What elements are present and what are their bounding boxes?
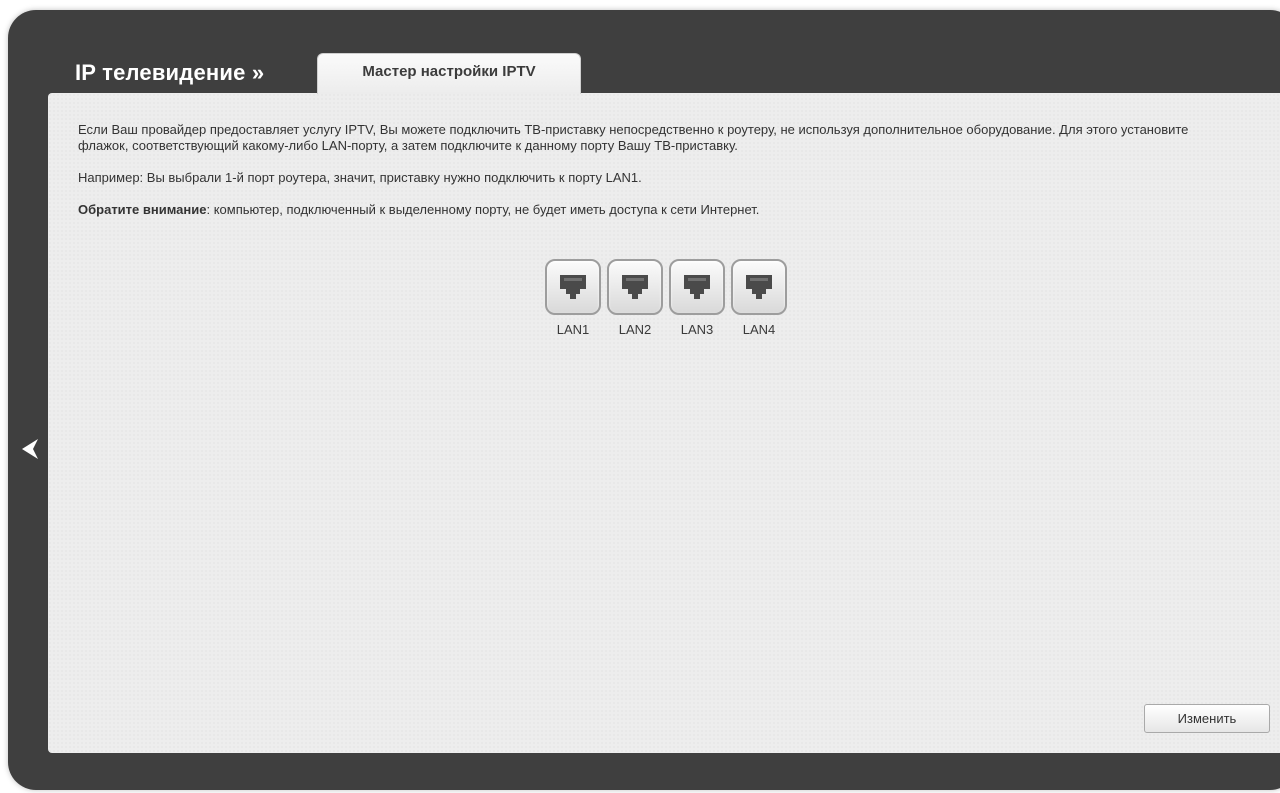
intro-paragraph: Если Ваш провайдер предоставляет услугу … — [78, 122, 1189, 153]
port-lan2[interactable]: LAN2 — [604, 259, 666, 337]
ethernet-port-icon — [684, 275, 710, 299]
change-button[interactable]: Изменить — [1144, 704, 1270, 733]
page-title: IP телевидение » — [75, 60, 265, 85]
port-lan1[interactable]: LAN1 — [542, 259, 604, 337]
main-panel: Если Ваш провайдер предоставляет услугу … — [48, 93, 1280, 753]
port-lan3-label: LAN3 — [680, 322, 714, 337]
ethernet-port-icon — [622, 275, 648, 299]
port-lan3[interactable]: LAN3 — [666, 259, 728, 337]
note-text: : компьютер, подключенный к выделенному … — [206, 202, 760, 217]
note-label: Обратите внимание — [78, 202, 207, 217]
port-lan3-toggle[interactable] — [669, 259, 725, 315]
tab-iptv-wizard[interactable]: Мастер настройки IPTV — [317, 53, 581, 94]
port-lan4[interactable]: LAN4 — [728, 259, 790, 337]
port-lan1-toggle[interactable] — [545, 259, 601, 315]
port-lan2-label: LAN2 — [618, 322, 652, 337]
ethernet-port-icon — [560, 275, 586, 299]
port-lan4-label: LAN4 — [742, 322, 776, 337]
port-lan4-toggle[interactable] — [731, 259, 787, 315]
port-lan1-label: LAN1 — [556, 322, 590, 337]
ethernet-port-icon — [746, 275, 772, 299]
note-paragraph: Обратите внимание: компьютер, подключенн… — [78, 202, 1198, 218]
port-lan2-toggle[interactable] — [607, 259, 663, 315]
lan-ports-group: LAN1 LAN2 LAN3 LAN4 — [542, 259, 790, 337]
example-paragraph: Например: Вы выбрали 1-й порт роутера, з… — [78, 170, 642, 185]
chevron-left-icon[interactable] — [20, 438, 40, 465]
description-block: Если Ваш провайдер предоставляет услугу … — [78, 122, 1198, 234]
